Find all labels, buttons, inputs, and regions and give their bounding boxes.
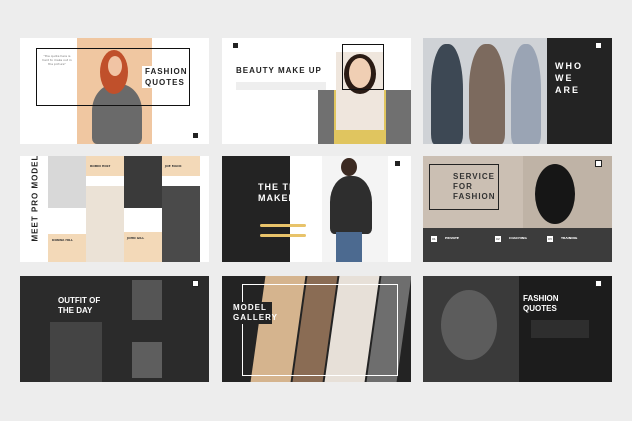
- model-jeans: [336, 232, 362, 262]
- service-bar: [423, 228, 612, 262]
- slide-beauty-make-up[interactable]: BEAUTY MAKE UP: [222, 38, 411, 144]
- quote-text: "the quote here is hard to make out in t…: [42, 54, 72, 66]
- model-body: [330, 176, 372, 234]
- photo-frame: [342, 44, 384, 90]
- model-hair: [341, 158, 357, 176]
- person-2: [469, 44, 505, 144]
- logo-square-icon: [192, 280, 199, 287]
- slide-who-we-are[interactable]: WHO WE ARE: [423, 38, 612, 144]
- model-name-2: JOE MACK: [165, 164, 182, 168]
- slide-the-trend-maker[interactable]: THE TREND MAKER: [222, 156, 411, 262]
- portrait-face: [441, 290, 497, 360]
- logo-square-icon: [192, 132, 199, 139]
- slide-title: FASHION QUOTES: [523, 294, 559, 313]
- slide-title: THE TREND MAKER: [258, 182, 319, 203]
- dark-panel: [222, 156, 290, 262]
- slide-title: SERVICE FOR FASHION: [453, 172, 496, 201]
- logo-square-icon: [394, 160, 401, 167]
- service-num-1: 01: [431, 236, 437, 242]
- gallery-frame: [242, 284, 398, 376]
- model-photo-1: [48, 156, 86, 208]
- model-name-1: ROBIN HOLT: [90, 164, 111, 168]
- slide-fashion-quotes[interactable]: "the quote here is hard to make out in t…: [20, 38, 209, 144]
- person-1: [431, 44, 463, 144]
- slide-meet-pro-model[interactable]: MEET PRO MODEL ROBIN HOLT JOE MACK DONNA…: [20, 156, 209, 262]
- slide-title: WHO WE ARE: [555, 61, 583, 95]
- logo-square-icon: [595, 160, 602, 167]
- service-item-3: TRAINING: [561, 236, 578, 240]
- slide-title: OUTFIT OF THE DAY: [58, 296, 101, 315]
- outfit-photo-3: [132, 342, 162, 378]
- slide-title: FASHION QUOTES: [142, 66, 187, 88]
- slide-title: MEET PRO MODEL: [30, 156, 40, 242]
- model-name-4: JOHN GILL: [127, 236, 145, 240]
- slide-service-for-fashion[interactable]: SERVICE FOR FASHION 01 PRIVATE 02 COACHI…: [423, 156, 612, 262]
- model-photo-2: [124, 156, 162, 208]
- progress-bar-2: [260, 234, 306, 237]
- slide-title: BEAUTY MAKE UP: [236, 66, 322, 75]
- slide-outfit-of-the-day[interactable]: OUTFIT OF THE DAY: [20, 276, 209, 382]
- progress-bar-1: [260, 224, 306, 227]
- service-item-1: PRIVATE: [445, 236, 459, 240]
- model-name-3: DONNA HILL: [52, 238, 73, 242]
- slide-fashion-quotes-dark[interactable]: FASHION QUOTES: [423, 276, 612, 382]
- service-num-3: 03: [547, 236, 553, 242]
- model-photo-4: [162, 186, 200, 262]
- model-hair: [535, 164, 575, 224]
- logo-square-icon: [232, 42, 239, 49]
- service-num-2: 02: [495, 236, 501, 242]
- model-photo-3: [86, 186, 124, 262]
- logo-square-icon: [595, 42, 602, 49]
- quote-block: [531, 320, 589, 338]
- body-text: [236, 82, 326, 90]
- slide-model-gallery[interactable]: MODEL GALLERY: [222, 276, 411, 382]
- person-3: [511, 44, 541, 144]
- outfit-photo-1: [132, 280, 162, 320]
- logo-square-icon: [595, 280, 602, 287]
- service-item-2: COACHING: [509, 236, 527, 240]
- slide-title: MODEL GALLERY: [232, 302, 278, 324]
- outfit-photo-2: [50, 322, 102, 382]
